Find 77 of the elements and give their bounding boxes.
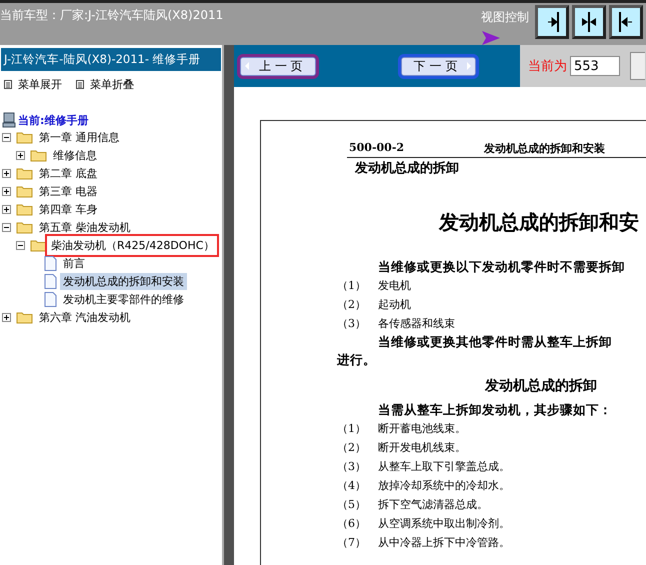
list-number: （5）: [337, 497, 367, 513]
expand-toggle-icon[interactable]: [16, 150, 25, 160]
collapse-toggle-icon[interactable]: [2, 222, 11, 232]
menu-action[interactable]: 菜单折叠: [76, 77, 134, 92]
tree-item[interactable]: 第二章 底盘: [36, 164, 100, 182]
expand-toggle-icon[interactable]: [2, 312, 11, 322]
list-number: （1）: [337, 421, 367, 437]
triangle-icon: [481, 30, 501, 45]
page-icon: [44, 256, 57, 270]
expand-toggle-icon[interactable]: [2, 204, 11, 214]
tree-item[interactable]: 第六章 汽油发动机: [36, 308, 134, 326]
list-item: 从整车上取下引擎盖总成。: [378, 459, 510, 475]
collapse-toggle-icon[interactable]: [16, 240, 25, 250]
list-item: 发电机: [378, 278, 411, 294]
collapse-toggle-icon[interactable]: [2, 132, 11, 142]
right-arrow-icon: [465, 59, 474, 73]
view-control-label: 视图控制: [481, 9, 529, 26]
list-item: 拆下空气滤清器总成。: [378, 497, 488, 513]
tree-item[interactable]: 发动机总成的拆卸和安装: [60, 272, 187, 290]
list-item: 断开蓄电池线束。: [378, 421, 466, 437]
tree-item[interactable]: 发动机主要零部件的维修: [60, 290, 187, 308]
view-button[interactable]: [535, 5, 569, 39]
list-item: 起动机: [378, 297, 411, 313]
folder-icon: [16, 130, 33, 144]
tree-item[interactable]: 第四章 车身: [36, 200, 100, 218]
tree-item[interactable]: 柴油发动机（R425/428DOHC）: [48, 236, 216, 254]
tree-item[interactable]: 前言: [60, 254, 88, 272]
page-number-field[interactable]: 553: [570, 56, 620, 76]
view-button[interactable]: [609, 5, 643, 39]
paragraph: 进行。: [337, 352, 376, 367]
expand-toggle-icon[interactable]: [2, 168, 11, 178]
menu-action[interactable]: 菜单展开: [4, 77, 62, 92]
folder-icon: [16, 202, 33, 216]
view-button[interactable]: [572, 5, 606, 39]
list-number: （1）: [337, 278, 367, 294]
section-heading: 发动机总成的拆卸: [485, 378, 597, 394]
list-icon: [4, 80, 12, 89]
current-page-label: 当前为: [528, 58, 567, 75]
list-item: 断开发电机线束。: [378, 440, 466, 456]
list-number: （2）: [337, 297, 367, 313]
list-number: （6）: [337, 516, 367, 532]
list-number: （3）: [337, 316, 367, 332]
list-number: （3）: [337, 459, 367, 475]
page-icon: [44, 292, 57, 306]
folder-icon: [30, 238, 47, 252]
tree-item[interactable]: 第一章 通用信息: [36, 128, 122, 146]
list-icon: [76, 80, 84, 89]
page-header-title: 发动机总成的拆卸和安装: [484, 141, 606, 156]
folder-icon: [16, 220, 33, 234]
tree-item[interactable]: 维修信息: [50, 146, 100, 164]
folder-icon: [16, 166, 33, 180]
current-location: 当前:维修手册: [18, 112, 88, 128]
manual-title: J-江铃汽车-陆风(X8)-2011- 维修手册: [1, 48, 221, 71]
section-subtitle: 发动机总成的拆卸: [355, 161, 459, 176]
tree-item[interactable]: 第五章 柴油发动机: [36, 218, 134, 236]
list-number: （2）: [337, 440, 367, 456]
page-code: 500-00-2: [349, 141, 404, 156]
folder-icon: [16, 310, 33, 324]
list-item: 各传感器和线束: [378, 316, 455, 332]
vehicle-title: 当前车型：厂家:J-江铃汽车陆风(X8)2011: [0, 7, 224, 24]
folder-icon: [16, 184, 33, 198]
go-button[interactable]: [630, 52, 645, 80]
folder-icon: [30, 148, 47, 162]
splitter-bar[interactable]: [222, 45, 234, 565]
expand-toggle-icon[interactable]: [2, 186, 11, 196]
list-number: （7）: [337, 535, 367, 551]
list-item: 从中冷器上拆下中冷管路。: [378, 535, 510, 551]
list-item: 放掉冷却系统中的冷却水。: [378, 478, 510, 494]
list-number: （4）: [337, 478, 367, 494]
document-title: 发动机总成的拆卸和安: [439, 210, 639, 234]
computer-icon: [2, 112, 16, 128]
list-item: 从空调系统中取出制冷剂。: [378, 516, 510, 532]
paragraph: 当维修或更换以下发动机零件时不需要拆卸: [378, 259, 625, 274]
paragraph: 当维修或更换其他零件时需从整车上拆卸: [378, 334, 612, 349]
paragraph: 当需从整车上拆卸发动机，其步骤如下：: [378, 402, 612, 417]
page-icon: [44, 274, 57, 288]
tree-item[interactable]: 第三章 电器: [36, 182, 100, 200]
